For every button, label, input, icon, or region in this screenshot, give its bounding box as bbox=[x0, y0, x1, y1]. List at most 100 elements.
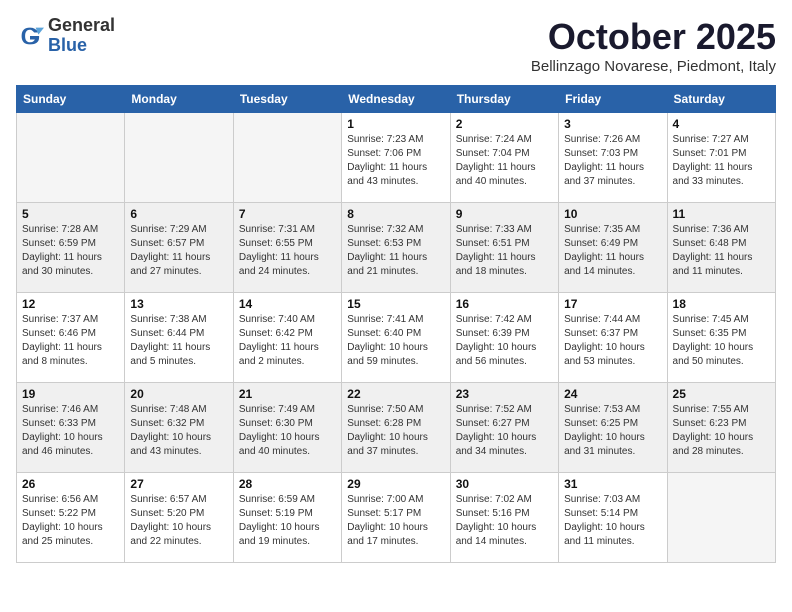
calendar-cell: 8 Sunrise: 7:32 AM Sunset: 6:53 PM Daylig… bbox=[342, 203, 450, 293]
calendar-cell: 30 Sunrise: 7:02 AM Sunset: 5:16 PM Dayli… bbox=[450, 473, 558, 563]
calendar-cell bbox=[667, 473, 775, 563]
calendar-cell: 24 Sunrise: 7:53 AM Sunset: 6:25 PM Dayli… bbox=[559, 383, 667, 473]
day-info: Sunrise: 7:27 AM Sunset: 7:01 PM Dayligh… bbox=[673, 133, 770, 189]
calendar-cell: 20Sunrise: 7:48 AM Sunset: 6:32 PM Dayli… bbox=[125, 383, 233, 473]
day-info: Sunrise: 7:45 AM Sunset: 6:35 PM Dayligh… bbox=[673, 313, 770, 369]
logo-blue: Blue bbox=[48, 36, 115, 56]
day-number: 9 bbox=[456, 207, 553, 221]
weekday-header-saturday: Saturday bbox=[667, 86, 775, 113]
weekday-header-monday: Monday bbox=[125, 86, 233, 113]
day-info: Sunrise: 7:26 AM Sunset: 7:03 PM Dayligh… bbox=[564, 133, 661, 189]
day-number: 1 bbox=[347, 117, 444, 131]
day-info: Sunrise: 7:31 AM Sunset: 6:55 PM Dayligh… bbox=[239, 223, 336, 279]
weekday-header-tuesday: Tuesday bbox=[233, 86, 341, 113]
day-number: 14 bbox=[239, 297, 336, 311]
day-number: 7 bbox=[239, 207, 336, 221]
day-info: Sunrise: 7:32 AM Sunset: 6:53 PM Dayligh… bbox=[347, 223, 444, 279]
day-info: Sunrise: 7:53 AM Sunset: 6:25 PM Dayligh… bbox=[564, 403, 661, 459]
day-number: 8 bbox=[347, 207, 444, 221]
day-number: 6 bbox=[130, 207, 227, 221]
day-info: Sunrise: 7:41 AM Sunset: 6:40 PM Dayligh… bbox=[347, 313, 444, 369]
calendar-cell: 1 Sunrise: 7:23 AM Sunset: 7:06 PM Daylig… bbox=[342, 113, 450, 203]
logo-text: General Blue bbox=[48, 16, 115, 56]
calendar-cell: 17 Sunrise: 7:44 AM Sunset: 6:37 PM Dayli… bbox=[559, 293, 667, 383]
calendar-cell: 21 Sunrise: 7:49 AM Sunset: 6:30 PM Dayli… bbox=[233, 383, 341, 473]
calendar-cell: 16 Sunrise: 7:42 AM Sunset: 6:39 PM Dayli… bbox=[450, 293, 558, 383]
day-info: Sunrise: 7:24 AM Sunset: 7:04 PM Dayligh… bbox=[456, 133, 553, 189]
calendar-cell bbox=[125, 113, 233, 203]
day-info: Sunrise: 7:29 AM Sunset: 6:57 PM Dayligh… bbox=[130, 223, 227, 279]
calendar-cell: 14 Sunrise: 7:40 AM Sunset: 6:42 PM Dayli… bbox=[233, 293, 341, 383]
calendar-cell: 15Sunrise: 7:41 AM Sunset: 6:40 PM Dayli… bbox=[342, 293, 450, 383]
day-info: Sunrise: 7:44 AM Sunset: 6:37 PM Dayligh… bbox=[564, 313, 661, 369]
day-info: Sunrise: 7:55 AM Sunset: 6:23 PM Dayligh… bbox=[673, 403, 770, 459]
day-info: Sunrise: 7:46 AM Sunset: 6:33 PM Dayligh… bbox=[22, 403, 119, 459]
day-number: 3 bbox=[564, 117, 661, 131]
calendar-cell bbox=[233, 113, 341, 203]
day-number: 25 bbox=[673, 387, 770, 401]
day-number: 31 bbox=[564, 477, 661, 491]
day-number: 10 bbox=[564, 207, 661, 221]
calendar-cell: 4Sunrise: 7:27 AM Sunset: 7:01 PM Daylig… bbox=[667, 113, 775, 203]
calendar-cell: 2Sunrise: 7:24 AM Sunset: 7:04 PM Daylig… bbox=[450, 113, 558, 203]
logo: General Blue bbox=[16, 16, 115, 56]
day-number: 13 bbox=[130, 297, 227, 311]
day-number: 30 bbox=[456, 477, 553, 491]
day-number: 24 bbox=[564, 387, 661, 401]
day-info: Sunrise: 7:36 AM Sunset: 6:48 PM Dayligh… bbox=[673, 223, 770, 279]
day-info: Sunrise: 7:35 AM Sunset: 6:49 PM Dayligh… bbox=[564, 223, 661, 279]
day-number: 29 bbox=[347, 477, 444, 491]
calendar-cell bbox=[17, 113, 125, 203]
day-info: Sunrise: 7:00 AM Sunset: 5:17 PM Dayligh… bbox=[347, 493, 444, 549]
day-info: Sunrise: 6:56 AM Sunset: 5:22 PM Dayligh… bbox=[22, 493, 119, 549]
day-info: Sunrise: 7:52 AM Sunset: 6:27 PM Dayligh… bbox=[456, 403, 553, 459]
day-info: Sunrise: 7:40 AM Sunset: 6:42 PM Dayligh… bbox=[239, 313, 336, 369]
day-info: Sunrise: 7:03 AM Sunset: 5:14 PM Dayligh… bbox=[564, 493, 661, 549]
calendar-cell: 13 Sunrise: 7:38 AM Sunset: 6:44 PM Dayli… bbox=[125, 293, 233, 383]
calendar-cell: 7 Sunrise: 7:31 AM Sunset: 6:55 PM Daylig… bbox=[233, 203, 341, 293]
day-info: Sunrise: 7:48 AM Sunset: 6:32 PM Dayligh… bbox=[130, 403, 227, 459]
page-header: General Blue October 2025 Bellinzago Nov… bbox=[16, 16, 776, 75]
day-info: Sunrise: 7:42 AM Sunset: 6:39 PM Dayligh… bbox=[456, 313, 553, 369]
calendar: SundayMondayTuesdayWednesdayThursdayFrid… bbox=[16, 85, 776, 563]
day-info: Sunrise: 7:50 AM Sunset: 6:28 PM Dayligh… bbox=[347, 403, 444, 459]
calendar-cell: 28Sunrise: 6:59 AM Sunset: 5:19 PM Dayli… bbox=[233, 473, 341, 563]
day-number: 19 bbox=[22, 387, 119, 401]
day-info: Sunrise: 7:23 AM Sunset: 7:06 PM Dayligh… bbox=[347, 133, 444, 189]
month-title: October 2025 bbox=[531, 16, 776, 58]
weekday-header-wednesday: Wednesday bbox=[342, 86, 450, 113]
calendar-cell: 25 Sunrise: 7:55 AM Sunset: 6:23 PM Dayli… bbox=[667, 383, 775, 473]
weekday-header-sunday: Sunday bbox=[17, 86, 125, 113]
calendar-cell: 11 Sunrise: 7:36 AM Sunset: 6:48 PM Dayli… bbox=[667, 203, 775, 293]
day-number: 28 bbox=[239, 477, 336, 491]
day-info: Sunrise: 7:33 AM Sunset: 6:51 PM Dayligh… bbox=[456, 223, 553, 279]
day-number: 18 bbox=[673, 297, 770, 311]
location: Bellinzago Novarese, Piedmont, Italy bbox=[531, 58, 776, 75]
day-number: 5 bbox=[22, 207, 119, 221]
day-number: 21 bbox=[239, 387, 336, 401]
day-info: Sunrise: 6:57 AM Sunset: 5:20 PM Dayligh… bbox=[130, 493, 227, 549]
calendar-cell: 12Sunrise: 7:37 AM Sunset: 6:46 PM Dayli… bbox=[17, 293, 125, 383]
calendar-cell: 19 Sunrise: 7:46 AM Sunset: 6:33 PM Dayli… bbox=[17, 383, 125, 473]
day-info: Sunrise: 7:49 AM Sunset: 6:30 PM Dayligh… bbox=[239, 403, 336, 459]
title-block: October 2025 Bellinzago Novarese, Piedmo… bbox=[531, 16, 776, 75]
calendar-cell: 29 Sunrise: 7:00 AM Sunset: 5:17 PM Dayli… bbox=[342, 473, 450, 563]
calendar-cell: 26Sunrise: 6:56 AM Sunset: 5:22 PM Dayli… bbox=[17, 473, 125, 563]
calendar-cell: 31 Sunrise: 7:03 AM Sunset: 5:14 PM Dayli… bbox=[559, 473, 667, 563]
logo-general: General bbox=[48, 16, 115, 36]
calendar-cell: 3 Sunrise: 7:26 AM Sunset: 7:03 PM Daylig… bbox=[559, 113, 667, 203]
calendar-cell: 6 Sunrise: 7:29 AM Sunset: 6:57 PM Daylig… bbox=[125, 203, 233, 293]
day-number: 11 bbox=[673, 207, 770, 221]
day-number: 17 bbox=[564, 297, 661, 311]
calendar-week-row: 12Sunrise: 7:37 AM Sunset: 6:46 PM Dayli… bbox=[17, 293, 776, 383]
day-info: Sunrise: 7:38 AM Sunset: 6:44 PM Dayligh… bbox=[130, 313, 227, 369]
day-number: 16 bbox=[456, 297, 553, 311]
calendar-cell: 10 Sunrise: 7:35 AM Sunset: 6:49 PM Dayli… bbox=[559, 203, 667, 293]
calendar-cell: 27Sunrise: 6:57 AM Sunset: 5:20 PM Dayli… bbox=[125, 473, 233, 563]
calendar-week-row: 5Sunrise: 7:28 AM Sunset: 6:59 PM Daylig… bbox=[17, 203, 776, 293]
calendar-cell: 18 Sunrise: 7:45 AM Sunset: 6:35 PM Dayli… bbox=[667, 293, 775, 383]
day-number: 12 bbox=[22, 297, 119, 311]
day-info: Sunrise: 7:02 AM Sunset: 5:16 PM Dayligh… bbox=[456, 493, 553, 549]
calendar-cell: 9 Sunrise: 7:33 AM Sunset: 6:51 PM Daylig… bbox=[450, 203, 558, 293]
weekday-header-friday: Friday bbox=[559, 86, 667, 113]
